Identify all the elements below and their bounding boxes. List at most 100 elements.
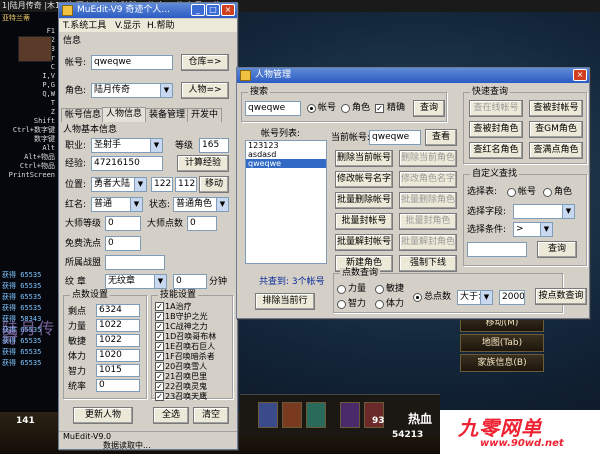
action-button[interactable]: 批量封帐号 xyxy=(335,213,393,230)
action-button[interactable]: 批量解封帐号 xyxy=(335,234,393,251)
person-button[interactable]: 人物=> xyxy=(181,82,229,99)
cond-value-field[interactable] xyxy=(467,242,527,257)
skill-item[interactable]: ✓ 1C战神之力 xyxy=(154,322,230,332)
skill-item[interactable]: ✓ 1A治疗 xyxy=(154,302,230,312)
skill-item[interactable]: ✓ 21召唤巴里 xyxy=(154,372,230,382)
exclude-row-button[interactable]: 排除当前行 xyxy=(255,293,315,310)
stat-field[interactable]: 1015 xyxy=(96,364,140,377)
update-person-button[interactable]: 更新人物 xyxy=(73,407,133,424)
account-list-item[interactable]: asdasd xyxy=(246,150,326,159)
skill-checkbox[interactable]: ✓ xyxy=(155,322,164,331)
action-button[interactable]: 批量解封角色 xyxy=(399,234,457,251)
stat-field[interactable]: 6324 xyxy=(96,304,140,317)
stat-field[interactable]: 0 xyxy=(96,379,140,392)
free-wash-field[interactable]: 0 xyxy=(105,236,141,251)
action-button[interactable]: 修改角色名字 xyxy=(399,171,457,188)
radio-table-account[interactable] xyxy=(507,188,516,197)
account-list-item[interactable]: qweqwe xyxy=(246,159,326,168)
radio-strength[interactable] xyxy=(337,285,346,294)
hotbar-slot-2[interactable] xyxy=(282,402,302,428)
redname-select[interactable]: 普通 ▼ xyxy=(91,197,143,212)
quick-query-button[interactable]: 查红名角色 xyxy=(469,142,523,159)
account-field[interactable]: qweqwe xyxy=(91,55,173,70)
quick-query-button[interactable]: 查满点角色 xyxy=(529,142,583,159)
crest-select[interactable]: 无纹章 ▼ xyxy=(105,274,167,289)
quick-query-button[interactable]: 查被封角色 xyxy=(469,121,523,138)
action-button[interactable]: 强制下线 xyxy=(399,255,457,272)
warehouse-button[interactable]: 仓库=> xyxy=(181,54,229,71)
map-select[interactable]: 勇者大陆 ▼ xyxy=(91,177,147,192)
muedit-titlebar[interactable]: MuEdit-V9 奇迹个人... _ □ × xyxy=(59,3,237,18)
hotbar-slot-4[interactable] xyxy=(340,402,360,428)
skill-item[interactable]: ✓ 1F召唤暗杀者 xyxy=(154,352,230,362)
current-account-field[interactable]: qweqwe xyxy=(369,130,421,145)
action-button[interactable]: 批量封角色 xyxy=(399,213,457,230)
cond-select[interactable]: > ▼ xyxy=(513,222,553,237)
family-info-button[interactable]: 家族信息(B) xyxy=(460,354,544,372)
skill-checkbox[interactable]: ✓ xyxy=(155,362,164,371)
maximize-icon[interactable]: □ xyxy=(206,4,220,16)
op-select[interactable]: 大于> ▼ xyxy=(457,290,493,305)
skill-item[interactable]: ✓ 20召唤雪人 xyxy=(154,362,230,372)
radio-vit[interactable] xyxy=(375,300,384,309)
quick-query-button[interactable]: 查在线帐号 xyxy=(469,100,523,117)
menu-view[interactable]: V.显示 xyxy=(115,20,141,32)
skill-item[interactable]: ✓ 23召唤天鹰 xyxy=(154,392,230,402)
custom-query-button[interactable]: 查询 xyxy=(537,241,577,258)
tab-person-info[interactable]: 人物信息 xyxy=(102,107,147,122)
state-select[interactable]: 普通角色 ▼ xyxy=(173,197,229,212)
hotbar-slot-1[interactable] xyxy=(258,402,278,428)
skill-item[interactable]: ✓ 22召唤灵鬼 xyxy=(154,382,230,392)
skill-checkbox[interactable]: ✓ xyxy=(155,342,164,351)
points-value-field[interactable]: 2000 xyxy=(499,290,525,305)
action-button[interactable]: 批量删除帐号 xyxy=(335,192,393,209)
stat-field[interactable]: 1020 xyxy=(96,349,140,362)
field-select[interactable]: ▼ xyxy=(513,204,575,219)
menu-system-tools[interactable]: T.系统工具 xyxy=(63,20,106,32)
level-field[interactable]: 165 xyxy=(199,138,229,153)
radio-agility[interactable] xyxy=(375,285,384,294)
points-query-button[interactable]: 按点数查询 xyxy=(535,288,587,305)
skill-item[interactable]: ✓ 1D召唤哥布林 xyxy=(154,332,230,342)
tab-equipment[interactable]: 装备管理 xyxy=(145,108,190,122)
master-level-field[interactable]: 0 xyxy=(105,216,141,231)
guild-field[interactable] xyxy=(105,255,165,270)
minimize-icon[interactable]: _ xyxy=(191,4,205,16)
tab-account-info[interactable]: 帐号信息 xyxy=(61,108,106,122)
person-titlebar[interactable]: 人物管理 × xyxy=(237,68,589,83)
job-select[interactable]: 圣射手 ▼ xyxy=(91,138,163,153)
menu-help[interactable]: H.帮助 xyxy=(147,20,174,32)
map-button[interactable]: 地图(Tab) xyxy=(460,334,544,352)
skill-checkbox[interactable]: ✓ xyxy=(155,302,164,311)
radio-account[interactable] xyxy=(307,104,316,113)
action-button[interactable]: 删除当前帐号 xyxy=(335,150,393,167)
pos-y-field[interactable]: 112 xyxy=(175,177,197,192)
precise-checkbox[interactable]: ✓ xyxy=(375,104,384,113)
search-query-button[interactable]: 查询 xyxy=(413,100,445,117)
view-button[interactable]: 查看 xyxy=(425,129,457,146)
radio-table-role[interactable] xyxy=(543,188,552,197)
action-button[interactable]: 批量删除角色 xyxy=(399,192,457,209)
search-input[interactable]: qweqwe xyxy=(245,101,301,116)
minutes-field[interactable]: 0 xyxy=(173,274,207,289)
role-select[interactable]: 陆月传奇 ▼ xyxy=(91,83,173,98)
quick-query-button[interactable]: 查GM角色 xyxy=(529,121,583,138)
exp-field[interactable]: 47216150 xyxy=(91,156,163,171)
skill-item[interactable]: ✓ 1B守护之光 xyxy=(154,312,230,322)
hotbar-slot-3[interactable] xyxy=(306,402,326,428)
action-button[interactable]: 修改帐号名字 xyxy=(335,171,393,188)
skill-checkbox[interactable]: ✓ xyxy=(155,372,164,381)
stat-field[interactable]: 1022 xyxy=(96,334,140,347)
skill-checkbox[interactable]: ✓ xyxy=(155,382,164,391)
skill-checkbox[interactable]: ✓ xyxy=(155,352,164,361)
select-all-button[interactable]: 全选 xyxy=(153,407,189,424)
quick-query-button[interactable]: 查被封帐号 xyxy=(529,100,583,117)
move-char-button[interactable]: 移动 xyxy=(199,176,229,193)
skill-checkbox[interactable]: ✓ xyxy=(155,312,164,321)
calc-exp-button[interactable]: 计算经验 xyxy=(177,155,229,172)
skill-checkbox[interactable]: ✓ xyxy=(155,392,164,401)
account-list[interactable]: 123123 asdasd qweqwe xyxy=(245,140,327,264)
radio-role[interactable] xyxy=(341,104,350,113)
master-points-field[interactable]: 0 xyxy=(187,216,217,231)
radio-intel[interactable] xyxy=(337,300,346,309)
